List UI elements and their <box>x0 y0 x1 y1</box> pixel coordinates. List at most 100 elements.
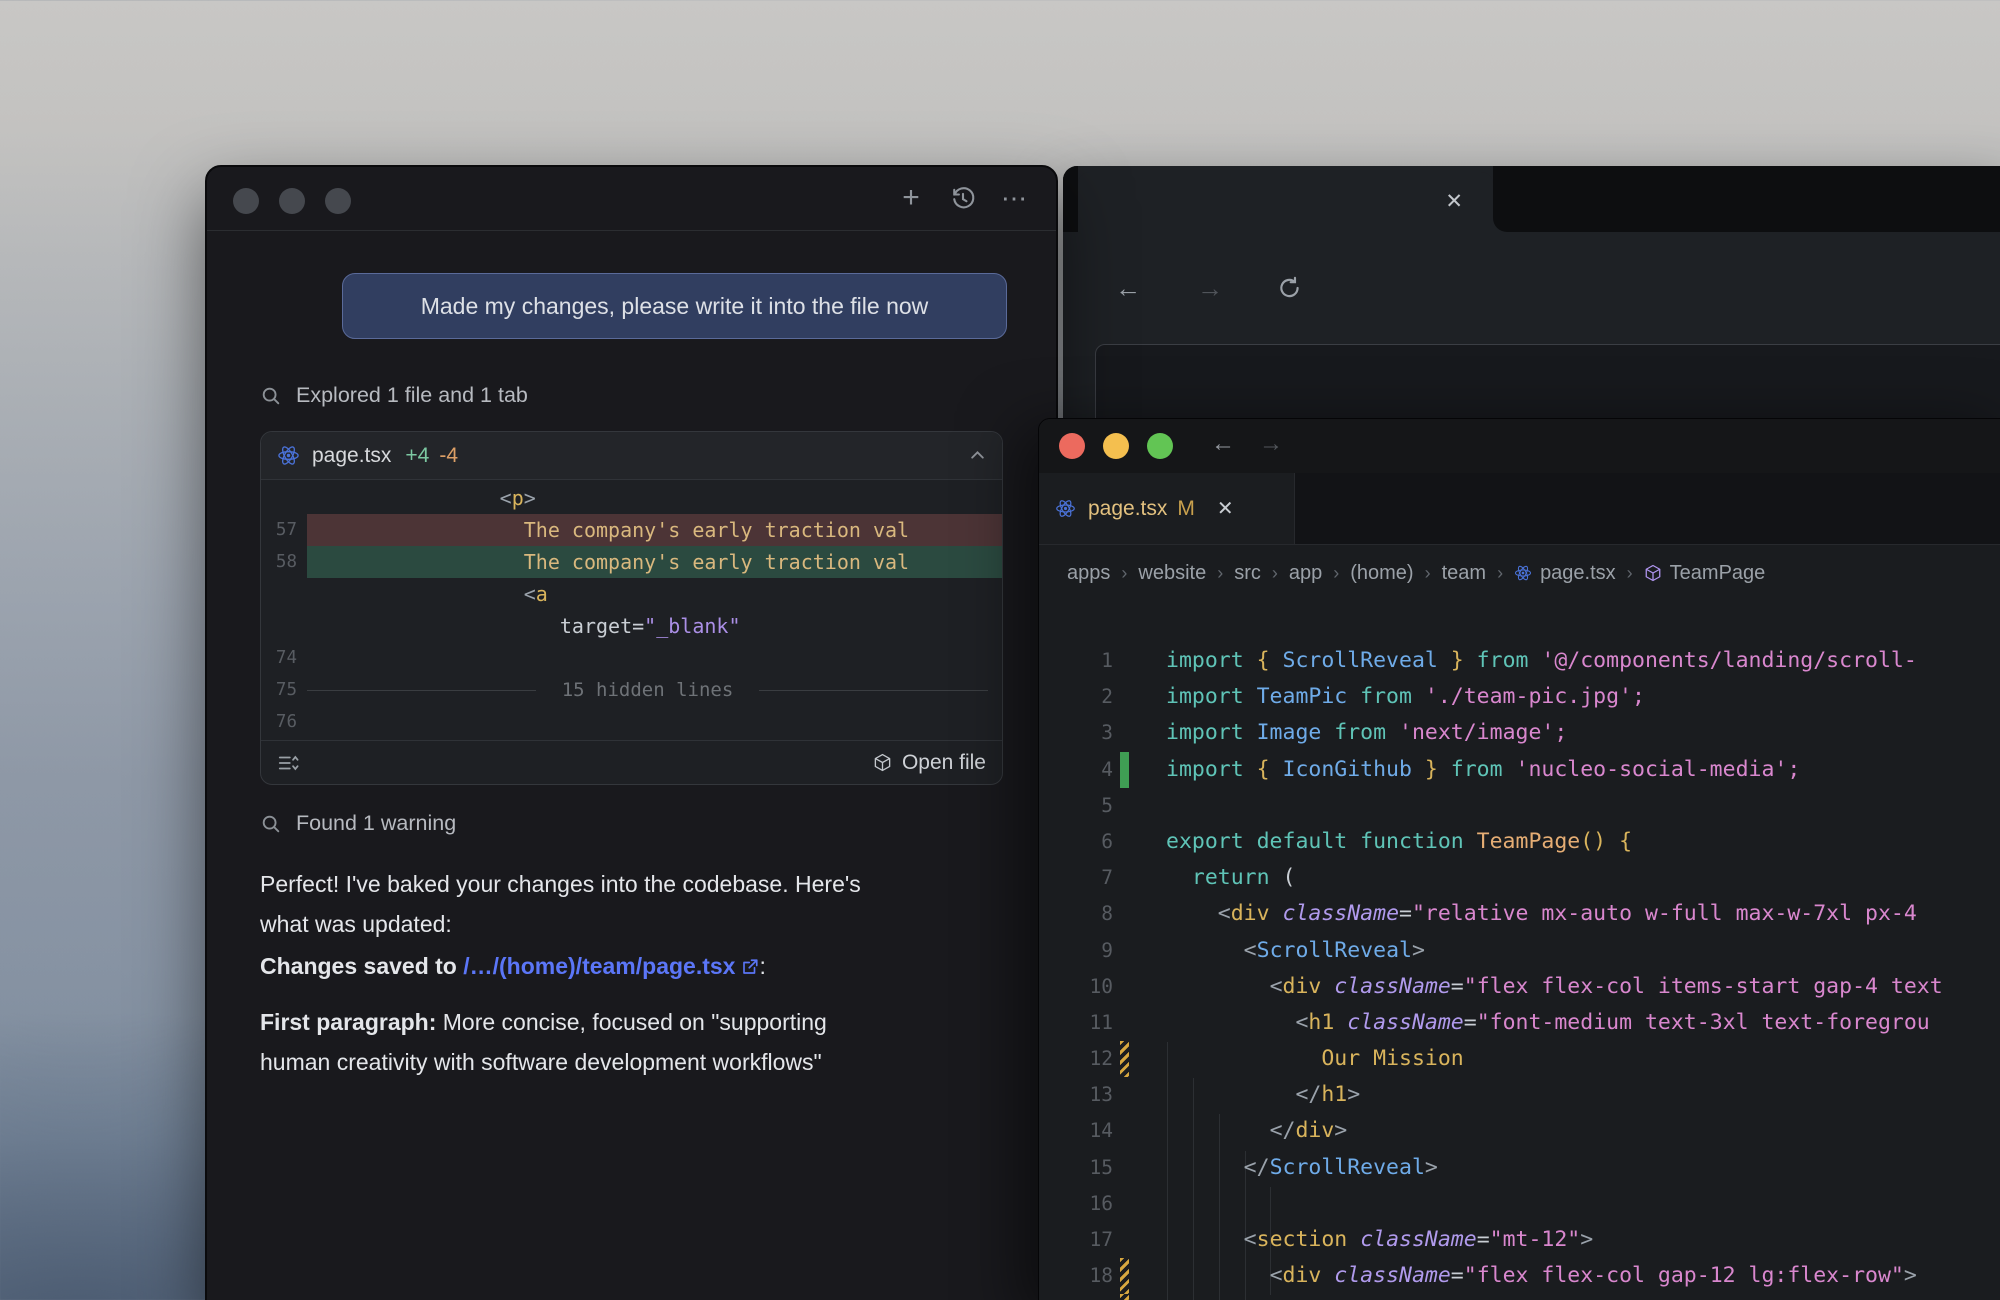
diff-line-code: The company's early traction val <box>307 514 1002 546</box>
close-traffic-light[interactable] <box>1059 433 1085 459</box>
diff-line-number: 58 <box>261 546 307 578</box>
git-gutter <box>1120 1077 1129 1113</box>
code-line: 3import Image from 'next/image'; <box>1039 715 2000 751</box>
breadcrumb-separator: › <box>1627 563 1633 584</box>
react-icon <box>1514 564 1532 582</box>
code-text: <div className="flex flex-col items-star… <box>1129 969 1943 1005</box>
code-text: <section className="mt-12"> <box>1129 1222 1593 1258</box>
diff-line-number: 76 <box>261 706 307 738</box>
assistant-chat-window: + ⋯ Made my changes, please write it int… <box>205 165 1058 1300</box>
diff-line: 75 15 hidden lines <box>261 674 1002 706</box>
back-icon[interactable]: ← <box>1115 273 1141 304</box>
git-gutter <box>1120 896 1129 932</box>
diff-line-code: target="_blank" <box>307 610 1002 642</box>
git-gutter <box>1120 933 1129 969</box>
tab-modified-badge: M <box>1177 497 1195 521</box>
explored-status-row[interactable]: Explored 1 file and 1 tab <box>260 383 1003 408</box>
breadcrumb-item[interactable]: website <box>1138 562 1206 585</box>
code-editor-window: ← → page.tsx M ✕ apps›website›src›app›(h… <box>1038 418 2000 1300</box>
forward-icon: → <box>1197 273 1223 304</box>
search-icon <box>260 813 282 835</box>
warning-status-row[interactable]: Found 1 warning <box>260 811 1003 836</box>
line-number: 4 <box>1039 752 1113 788</box>
minimize-traffic-light[interactable] <box>279 188 305 214</box>
line-number: 5 <box>1039 788 1113 824</box>
code-text <box>1129 788 1166 824</box>
minimize-traffic-light[interactable] <box>1103 433 1129 459</box>
line-number: 15 <box>1039 1150 1113 1186</box>
browser-header-strip <box>1493 166 2000 232</box>
diff-line: target="_blank" <box>261 610 1002 642</box>
browser-toolbar: ← → <box>1063 232 2000 344</box>
breadcrumb-item[interactable]: src <box>1234 562 1261 585</box>
line-number: 19 <box>1039 1294 1113 1300</box>
code-line: 6export default function TeamPage() { <box>1039 824 2000 860</box>
diff-line-number: 74 <box>261 642 307 674</box>
reload-icon[interactable] <box>1277 275 1303 301</box>
collapse-chevron-icon[interactable] <box>969 447 986 464</box>
line-number: 8 <box>1039 896 1113 932</box>
browser-tab[interactable]: ✕ <box>1078 172 1493 232</box>
git-gutter <box>1120 679 1129 715</box>
git-gutter <box>1120 788 1129 824</box>
editor-tab-bar: page.tsx M ✕ <box>1039 473 2000 545</box>
line-number: 7 <box>1039 860 1113 896</box>
navigate-back-icon[interactable]: ← <box>1211 430 1235 458</box>
code-line: 1 import { ScrollReveal } from '@/compone… <box>1039 643 2000 679</box>
new-chat-icon[interactable]: + <box>896 183 926 213</box>
diff-line: 76 <box>261 706 1002 738</box>
breadcrumb-item[interactable]: apps <box>1067 562 1110 585</box>
git-gutter <box>1120 860 1129 896</box>
diff-line-number: 75 <box>261 674 307 706</box>
zoom-traffic-light[interactable] <box>325 188 351 214</box>
external-link-icon[interactable] <box>741 958 759 976</box>
desktop: { "colors": { "accent_link": "#5b76f7", … <box>0 0 2000 1300</box>
code-text: import TeamPic from './team-pic.jpg'; <box>1129 679 1645 715</box>
diff-line: 58 The company's early traction val <box>261 546 1002 578</box>
warning-status-text: Found 1 warning <box>296 811 456 836</box>
code-area[interactable]: 1 import { ScrollReveal } from '@/compone… <box>1039 601 2000 1300</box>
git-gutter <box>1120 824 1129 860</box>
changes-saved-label: Changes saved to <box>260 953 463 979</box>
first-paragraph-label: First paragraph: <box>260 1009 436 1035</box>
code-line: 7 return ( <box>1039 860 2000 896</box>
explored-status-text: Explored 1 file and 1 tab <box>296 383 528 408</box>
breadcrumb-separator: › <box>1121 563 1127 584</box>
diff-card-header[interactable]: page.tsx +4 -4 <box>261 432 1002 480</box>
git-gutter <box>1120 1186 1129 1222</box>
git-yellow-marker <box>1120 1294 1129 1300</box>
git-gutter <box>1120 1150 1129 1186</box>
breadcrumb[interactable]: apps›website›src›app›(home)›team›page.ts… <box>1039 545 2000 601</box>
code-text: export default function TeamPage() { <box>1129 824 1632 860</box>
breadcrumb-item[interactable]: app <box>1289 562 1322 585</box>
code-text: </div> <box>1129 1113 1347 1149</box>
tab-close-icon[interactable]: ✕ <box>1217 496 1234 521</box>
git-gutter <box>1120 715 1129 751</box>
code-line: 17 <section className="mt-12"> <box>1039 1222 2000 1258</box>
tab-close-icon[interactable]: ✕ <box>1445 190 1463 214</box>
line-number: 9 <box>1039 933 1113 969</box>
saved-file-link[interactable]: /…/(home)/team/page.tsx <box>463 953 735 979</box>
diff-additions: +4 <box>405 444 429 468</box>
more-menu-icon[interactable]: ⋯ <box>1000 183 1030 213</box>
breadcrumb-item[interactable]: team <box>1442 562 1486 585</box>
code-text: return ( <box>1129 860 1295 896</box>
breadcrumb-item[interactable]: page.tsx <box>1514 562 1616 585</box>
line-number: 10 <box>1039 969 1113 1005</box>
line-number: 1 <box>1039 643 1113 679</box>
code-text: import { ScrollReveal } from '@/componen… <box>1129 643 1917 679</box>
git-gutter <box>1120 1113 1129 1149</box>
code-line: 15 </ScrollReveal> <box>1039 1150 2000 1186</box>
code-line: 8 <div className="relative mx-auto w-ful… <box>1039 896 2000 932</box>
breadcrumb-item[interactable]: (home) <box>1350 562 1413 585</box>
editor-tab-active[interactable]: page.tsx M ✕ <box>1039 473 1295 544</box>
zoom-traffic-light[interactable] <box>1147 433 1173 459</box>
breadcrumb-item[interactable]: TeamPage <box>1644 562 1766 585</box>
hidden-lines-label[interactable]: 15 hidden lines <box>562 674 734 706</box>
line-number: 13 <box>1039 1077 1113 1113</box>
expand-lines-icon[interactable] <box>277 752 299 774</box>
diff-line-number <box>261 610 307 642</box>
close-traffic-light[interactable] <box>233 188 259 214</box>
history-icon[interactable] <box>948 183 978 213</box>
open-file-button[interactable]: Open file <box>873 751 986 775</box>
